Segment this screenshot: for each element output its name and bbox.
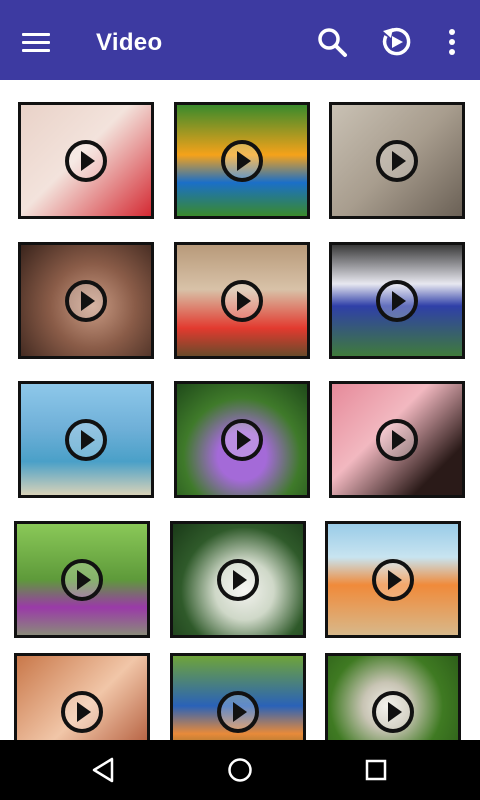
play-icon	[217, 690, 259, 733]
app-bar: Video	[0, 0, 480, 80]
menu-icon[interactable]	[16, 22, 56, 62]
play-icon	[217, 558, 259, 601]
refresh-play-icon[interactable]	[378, 24, 414, 60]
video-thumbnail[interactable]	[14, 521, 150, 638]
video-thumbnail[interactable]	[18, 242, 154, 359]
video-thumbnail[interactable]	[329, 381, 465, 498]
play-icon	[61, 690, 103, 733]
video-thumbnail[interactable]	[174, 242, 310, 359]
video-thumbnail[interactable]	[18, 102, 154, 219]
play-icon	[65, 279, 107, 322]
play-icon	[221, 418, 263, 461]
recents-icon[interactable]	[358, 752, 394, 788]
play-icon	[61, 558, 103, 601]
play-icon	[376, 139, 418, 182]
video-app-screen: Video	[0, 0, 480, 800]
play-icon	[65, 418, 107, 461]
video-thumbnail[interactable]	[325, 653, 461, 740]
video-thumbnail[interactable]	[329, 242, 465, 359]
video-grid	[0, 80, 480, 740]
back-icon[interactable]	[86, 752, 122, 788]
system-nav-bar	[0, 740, 480, 800]
play-icon	[376, 418, 418, 461]
video-thumbnail[interactable]	[174, 102, 310, 219]
video-thumbnail[interactable]	[14, 653, 150, 740]
video-thumbnail[interactable]	[18, 381, 154, 498]
search-icon[interactable]	[314, 24, 350, 60]
play-icon	[372, 690, 414, 733]
video-thumbnail[interactable]	[174, 381, 310, 498]
play-icon	[221, 279, 263, 322]
play-icon	[65, 139, 107, 182]
video-thumbnail[interactable]	[170, 521, 306, 638]
video-thumbnail[interactable]	[325, 521, 461, 638]
more-vert-icon[interactable]	[434, 24, 470, 60]
play-icon	[221, 139, 263, 182]
video-thumbnail[interactable]	[329, 102, 465, 219]
page-title: Video	[96, 29, 163, 56]
play-icon	[372, 558, 414, 601]
video-thumbnail[interactable]	[170, 653, 306, 740]
home-icon[interactable]	[222, 752, 258, 788]
play-icon	[376, 279, 418, 322]
